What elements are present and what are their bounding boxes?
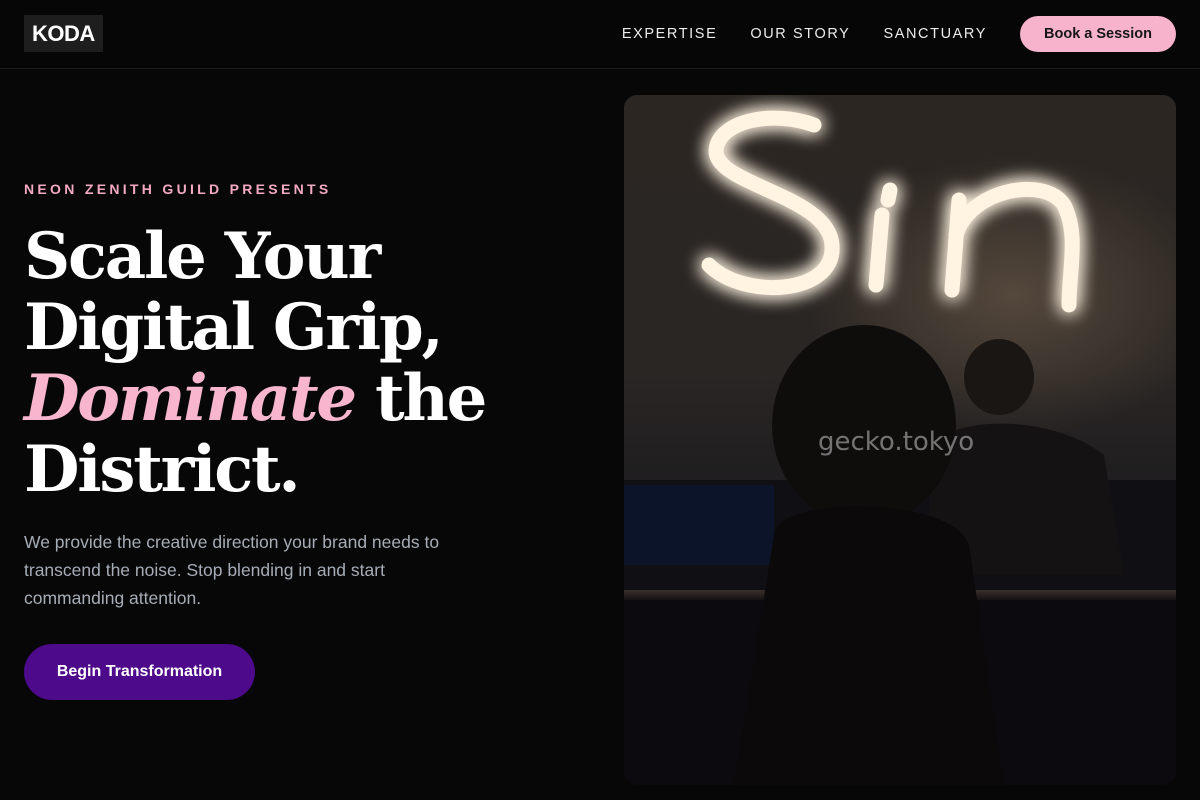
blue-light-patch [624,485,774,565]
headline-line-1: Scale Your [24,219,381,294]
book-session-button[interactable]: Book a Session [1020,16,1176,52]
headline-accent-word: Dominate [24,361,357,436]
foreground-person-hair [772,325,956,525]
nav-link-sanctuary[interactable]: SANCTUARY [883,26,987,42]
image-watermark: gecko.tokyo [818,427,975,457]
neon-sign-icon [701,110,1080,313]
brand-logo[interactable]: KODA [24,15,103,52]
hero-eyebrow: NEON ZENITH GUILD PRESENTS [24,181,332,197]
hero-headline: Scale Your Digital Grip, Dominate the Distr… [24,221,584,505]
foreground-person-body [734,506,1004,785]
main-nav: EXPERTISE OUR STORY SANCTUARY Book a Ses… [622,0,1176,68]
headline-line-4: District. [24,432,301,507]
nav-link-our-story[interactable]: OUR STORY [750,26,850,42]
headline-line-3-rest: the [354,361,487,436]
background-person-head [964,339,1034,415]
hero-description: We provide the creative direction your b… [24,532,440,608]
begin-transformation-button[interactable]: Begin Transformation [24,644,255,700]
headline-line-2: Digital Grip, [24,290,444,365]
nav-link-expertise[interactable]: EXPERTISE [622,26,718,42]
top-navigation-bar: KODA EXPERTISE OUR STORY SANCTUARY Book … [0,0,1200,69]
